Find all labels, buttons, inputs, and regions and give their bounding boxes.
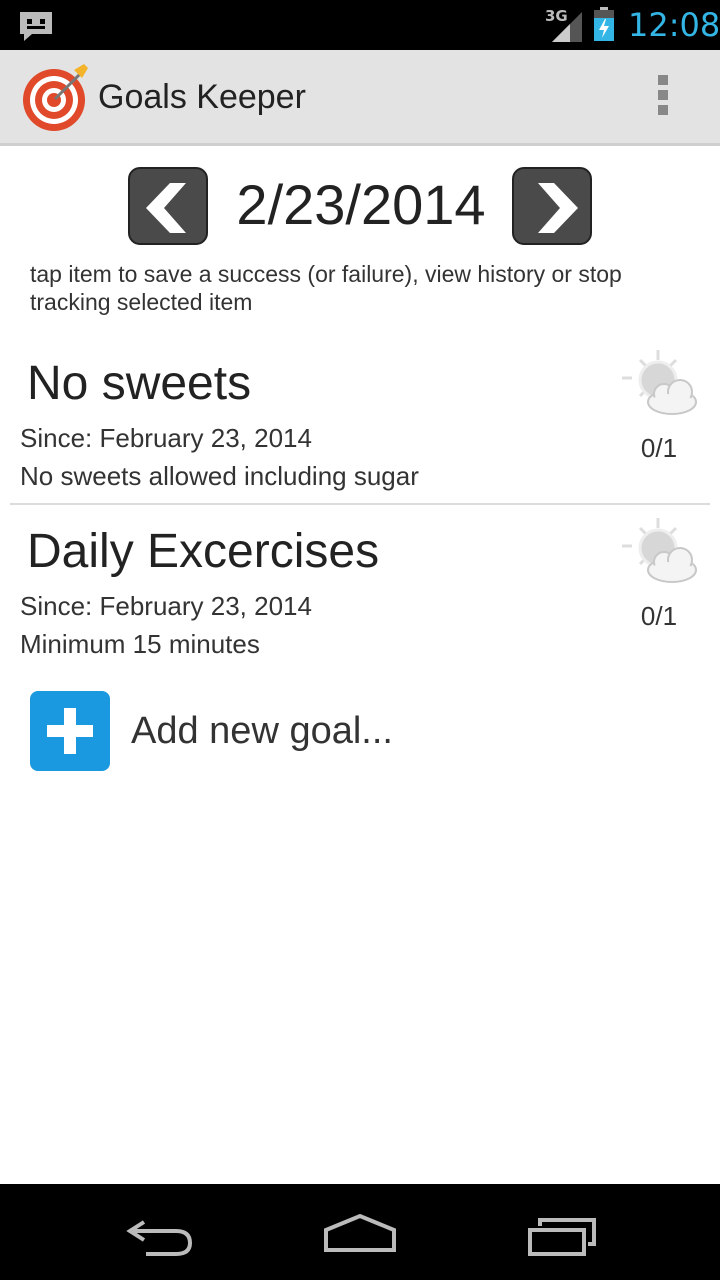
current-date: 2/23/2014 [236, 173, 486, 236]
app-title: Goals Keeper [98, 78, 306, 116]
goal-title: No sweets [27, 357, 252, 410]
target-icon[interactable] [22, 64, 90, 132]
clock: 12:08 [628, 6, 720, 44]
previous-day-button[interactable] [128, 167, 208, 245]
goal-description: Minimum 15 minutes [20, 629, 260, 659]
action-bar: Goals Keeper [0, 50, 720, 146]
back-icon[interactable] [124, 1214, 196, 1258]
recent-apps-icon[interactable] [526, 1214, 598, 1258]
chevron-right-icon [538, 183, 578, 233]
plus-icon[interactable] [30, 691, 110, 771]
overflow-menu-icon[interactable] [650, 72, 676, 124]
divider [10, 503, 710, 505]
goal-since: Since: February 23, 2014 [20, 423, 312, 453]
goal-score: 0/1 [640, 433, 678, 463]
chevron-left-icon [146, 183, 186, 233]
next-day-button[interactable] [512, 167, 592, 245]
goal-title: Daily Excercises [27, 525, 380, 578]
signal-icon [552, 12, 582, 42]
goal-description: No sweets allowed including sugar [20, 461, 419, 491]
partly-cloudy-icon [622, 350, 697, 415]
home-icon[interactable] [322, 1212, 398, 1256]
add-new-goal-button[interactable]: Add new goal... [131, 710, 393, 753]
system-nav-bar [0, 1184, 720, 1280]
hint-text: tap item to save a success (or failure),… [30, 261, 622, 315]
goal-since: Since: February 23, 2014 [20, 591, 312, 621]
battery-icon [594, 7, 614, 41]
partly-cloudy-icon [622, 518, 697, 583]
message-icon [20, 12, 52, 41]
status-bar: 3G 12:08 [0, 0, 720, 50]
goal-score: 0/1 [640, 601, 678, 631]
